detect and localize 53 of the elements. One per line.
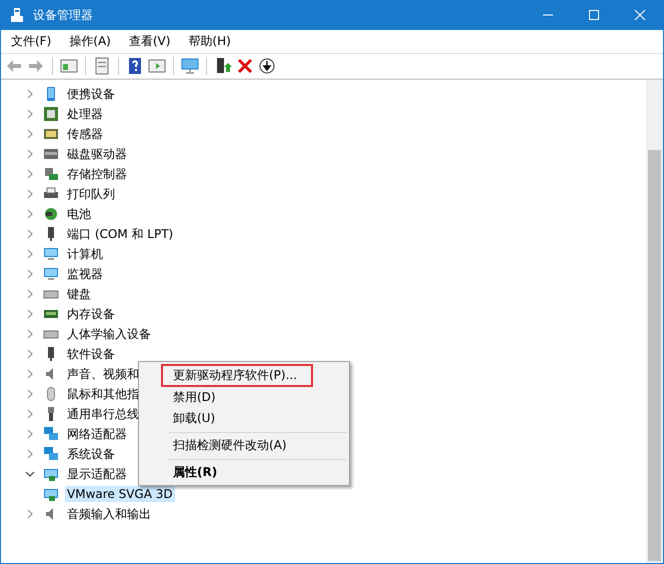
tree-item[interactable]: 人体学输入设备 (65, 324, 153, 344)
tree-item[interactable]: 计算机 (65, 244, 105, 264)
device-icon (43, 146, 59, 162)
page-icon[interactable] (93, 57, 111, 75)
device-icon (9, 7, 25, 23)
tree-item[interactable]: 音频输入和输出 (65, 504, 153, 524)
tree-item[interactable]: 磁盘驱动器 (65, 144, 129, 164)
device-up-arrow-icon[interactable] (214, 57, 232, 75)
panel-icon[interactable] (60, 57, 78, 75)
panel-icon[interactable] (148, 57, 166, 75)
tree-item[interactable]: 存储控制器 (65, 164, 129, 184)
device-icon (43, 206, 59, 222)
help-icon[interactable] (126, 57, 144, 75)
tree-item[interactable]: 键盘 (65, 284, 93, 304)
device-icon (43, 446, 59, 462)
tree-item[interactable]: VMware SVGA 3D (65, 486, 175, 502)
tree-item[interactable]: 传感器 (65, 124, 105, 144)
device-icon (43, 126, 59, 142)
menu-item[interactable]: 操作(A) (63, 33, 117, 50)
tree-item[interactable]: 便携设备 (65, 84, 117, 104)
device-icon (43, 426, 59, 442)
scrollbar[interactable] (646, 80, 663, 563)
menu-item[interactable]: 帮助(H) (182, 33, 237, 50)
tree-item[interactable]: 处理器 (65, 104, 105, 124)
tree-item[interactable]: 端口 (COM 和 LPT) (65, 224, 176, 244)
window-title: 设备管理器 (33, 6, 94, 24)
device-icon (43, 166, 59, 182)
monitor-icon (43, 246, 59, 262)
tree-item[interactable]: 打印队列 (65, 184, 117, 204)
monitor-icon (43, 486, 59, 502)
tree-item[interactable]: 内存设备 (65, 304, 117, 324)
device-icon (43, 106, 59, 122)
maximize-icon[interactable] (588, 9, 600, 21)
monitor-icon (43, 466, 59, 482)
menu-item[interactable]: 属性(R) (139, 462, 349, 483)
menu-item[interactable]: 更新驱动程序软件(P)... (161, 364, 313, 387)
tree-item[interactable]: 声音、视频和 (65, 364, 141, 384)
close-icon[interactable] (236, 57, 254, 75)
tree-item[interactable]: 鼠标和其他指 (65, 384, 141, 404)
tree-item[interactable]: 监视器 (65, 264, 105, 284)
tree-item[interactable]: 电池 (65, 204, 93, 224)
tree-item[interactable]: 软件设备 (65, 344, 117, 364)
monitor-icon (43, 266, 59, 282)
menu-item[interactable]: 扫描检测硬件改动(A) (139, 435, 349, 456)
menu-item[interactable]: 禁用(D) (139, 387, 349, 408)
tree-item[interactable]: 系统设备 (65, 444, 117, 464)
tree-item[interactable]: 网络适配器 (65, 424, 129, 444)
menu-item[interactable]: 文件(F) (5, 33, 58, 50)
menu-item[interactable]: 卸载(U) (139, 408, 349, 429)
monitor-icon[interactable] (181, 57, 199, 75)
tree-item[interactable]: 显示适配器 (65, 464, 129, 484)
menu-item[interactable]: 查看(V) (122, 33, 176, 50)
tree-item[interactable]: 通用串行总线 (65, 404, 141, 424)
